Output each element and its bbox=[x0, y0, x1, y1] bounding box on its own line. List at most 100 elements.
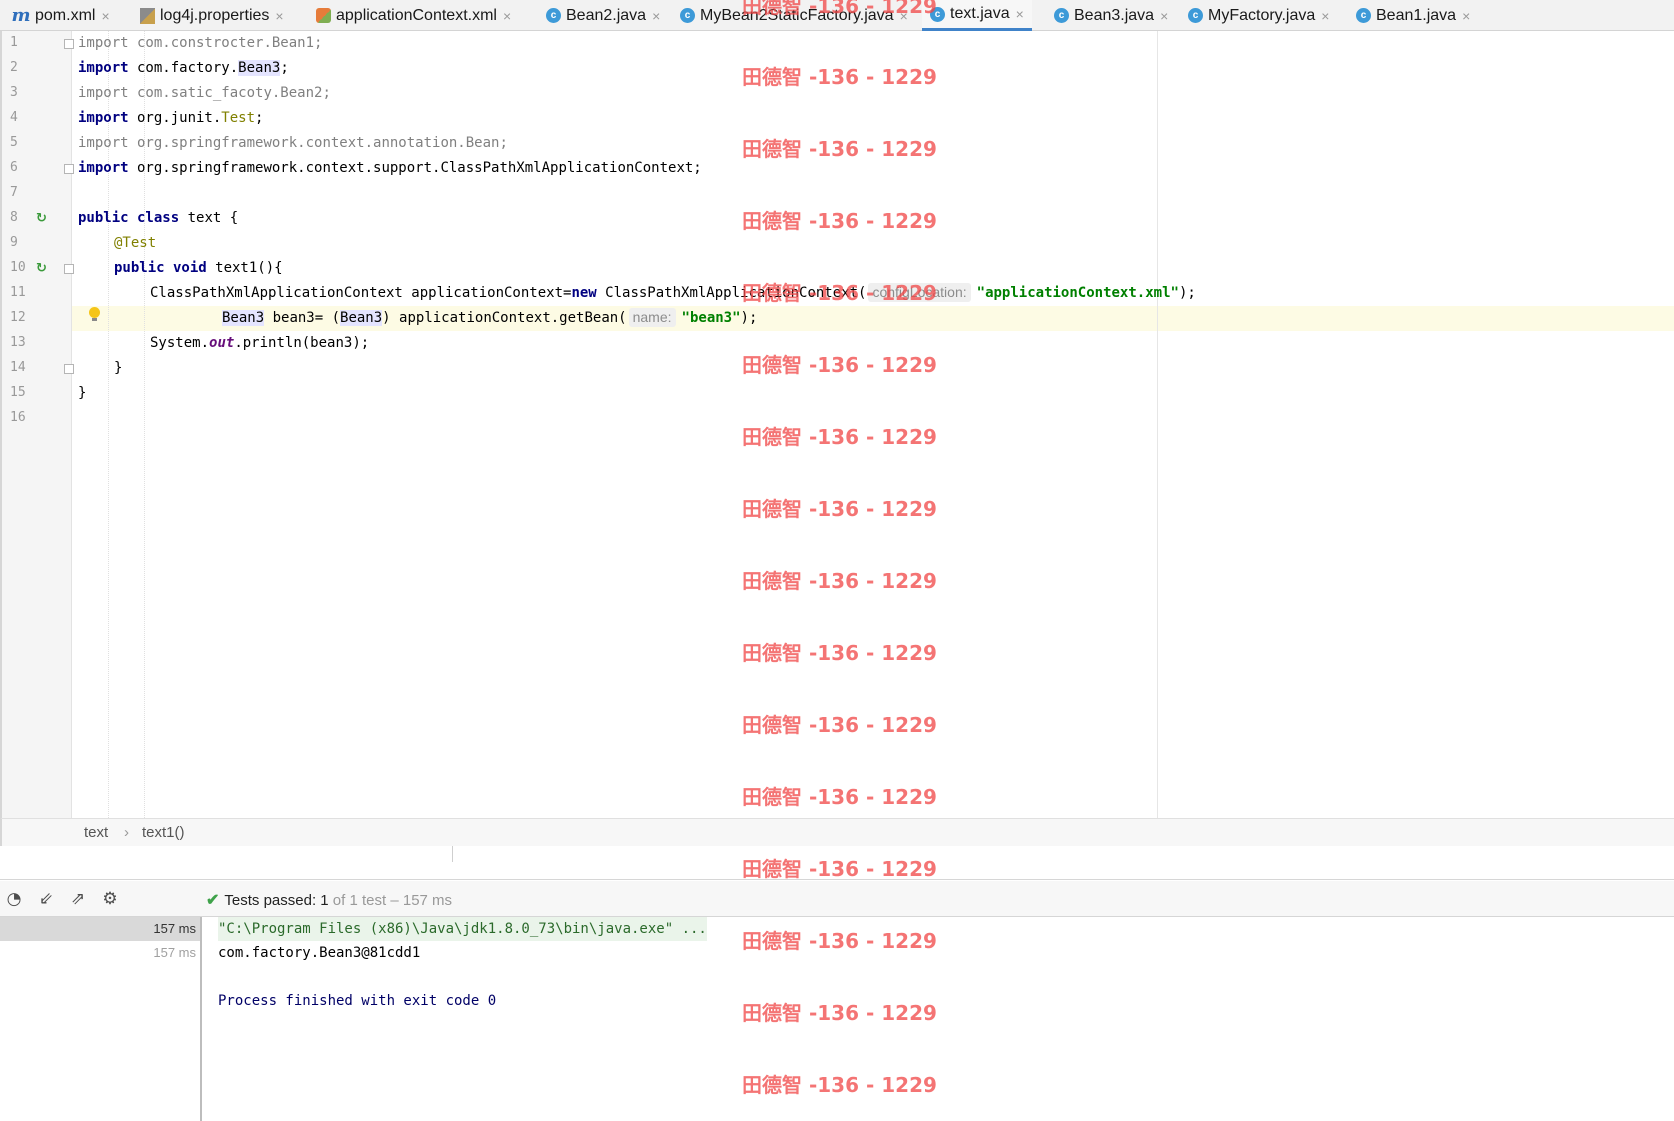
close-icon[interactable]: × bbox=[652, 8, 660, 24]
console-output-line: com.factory.Bean3@81cdd1 bbox=[218, 945, 421, 961]
test-row-text1[interactable]: 157 ms bbox=[0, 941, 200, 965]
tab-bean2-java[interactable]: c Bean2.java × bbox=[546, 0, 660, 31]
code-line-3: import com.satic_facoty.Bean2; bbox=[78, 81, 331, 106]
tab-label: Bean2.java bbox=[566, 6, 647, 24]
code-line-6: import org.springframework.context.suppo… bbox=[78, 156, 702, 181]
tab-pom-xml[interactable]: m pom.xml × bbox=[11, 0, 109, 31]
code-text: com.factory. bbox=[128, 60, 239, 76]
editor-gutter: 1 2 3 4 5 6 7 8 9 10 11 12 13 14 15 16 ↻… bbox=[0, 31, 74, 818]
panel-splitter[interactable] bbox=[0, 846, 1674, 880]
line-number: 10 bbox=[10, 260, 26, 275]
close-icon[interactable]: × bbox=[1321, 8, 1329, 24]
run-test-method-icon[interactable]: ↻ bbox=[36, 262, 50, 276]
code-editor[interactable]: 1 2 3 4 5 6 7 8 9 10 11 12 13 14 15 16 ↻… bbox=[0, 31, 1674, 818]
spring-xml-icon bbox=[316, 8, 331, 23]
console-output[interactable]: "C:\Program Files (x86)\Java\jdk1.8.0_73… bbox=[204, 917, 1674, 1121]
fold-marker-icon[interactable] bbox=[64, 364, 74, 374]
tab-label: text.java bbox=[950, 5, 1010, 22]
code-line-5: import org.springframework.context.annot… bbox=[78, 131, 508, 156]
export-tests-icon[interactable]: ⇗ bbox=[68, 890, 88, 908]
class-reference[interactable]: Bean3 bbox=[238, 60, 281, 76]
code-text: ); bbox=[1178, 285, 1196, 301]
parameter-hint: configLocation: bbox=[868, 283, 971, 302]
code-line-10: public void text1(){ bbox=[114, 256, 283, 281]
line-number: 1 bbox=[10, 35, 18, 50]
test-status: ✔ Tests passed: 1 of 1 test – 157 ms bbox=[206, 890, 452, 910]
close-icon[interactable]: × bbox=[900, 8, 908, 24]
line-number: 7 bbox=[10, 185, 18, 200]
import-tests-icon[interactable]: ⇙ bbox=[36, 890, 56, 908]
tab-text-java[interactable]: c text.java × bbox=[922, 0, 1032, 31]
line-number: 11 bbox=[10, 285, 26, 300]
class-reference[interactable]: Bean3 bbox=[340, 310, 383, 326]
keyword: public class bbox=[78, 210, 180, 226]
code-text: .println(bean3); bbox=[234, 335, 370, 351]
code-line-12: Bean3 bean3= (Bean3) applicationContext.… bbox=[222, 306, 757, 331]
keyword: public void bbox=[114, 260, 207, 276]
tab-label: applicationContext.xml bbox=[336, 6, 497, 24]
string-literal: "bean3" bbox=[681, 310, 741, 326]
code-text: ClassPathXmlApplicationContext( bbox=[596, 285, 867, 301]
editor-tab-bar: m pom.xml × log4j.properties × applicati… bbox=[0, 0, 1674, 31]
code-line-11: ClassPathXmlApplicationContext applicati… bbox=[150, 281, 1196, 306]
code-line-9: @Test bbox=[114, 231, 156, 256]
code-text: bean3= ( bbox=[264, 310, 341, 326]
status-count: 1 bbox=[320, 891, 329, 909]
keyword: import bbox=[78, 35, 129, 51]
tab-mybean2staticfactory-java[interactable]: c MyBean2StaticFactory.java × bbox=[680, 0, 908, 31]
line-number: 13 bbox=[10, 335, 26, 350]
line-number: 4 bbox=[10, 110, 18, 125]
close-icon[interactable]: × bbox=[275, 8, 283, 24]
code-line-8: public class text { bbox=[78, 206, 238, 231]
code-line-1: import com.constrocter.Bean1; bbox=[78, 31, 322, 56]
code-line-15: } bbox=[78, 381, 86, 406]
fold-marker-icon[interactable] bbox=[64, 264, 74, 274]
tab-label: pom.xml bbox=[35, 6, 96, 24]
run-test-class-icon[interactable]: ↻ bbox=[36, 212, 50, 226]
close-icon[interactable]: × bbox=[101, 8, 109, 24]
test-row-root[interactable]: 157 ms bbox=[0, 917, 200, 941]
line-number: 16 bbox=[10, 410, 26, 425]
test-results-tree: 157 ms 157 ms bbox=[0, 917, 202, 1121]
tab-myfactory-java[interactable]: c MyFactory.java × bbox=[1188, 0, 1329, 31]
code-text: ; bbox=[280, 60, 289, 76]
tab-label: Bean3.java bbox=[1074, 6, 1155, 24]
breadcrumb-class[interactable]: text bbox=[84, 824, 108, 841]
java-class-icon: c bbox=[1356, 8, 1371, 23]
fold-marker-icon[interactable] bbox=[64, 164, 74, 174]
tab-applicationcontext-xml[interactable]: applicationContext.xml × bbox=[316, 0, 511, 31]
keyword: import bbox=[78, 160, 129, 176]
code-text: org.springframework.context.annotation.B… bbox=[128, 135, 508, 151]
keyword: new bbox=[571, 285, 597, 301]
code-text: text1(){ bbox=[206, 260, 283, 276]
code-text: text { bbox=[179, 210, 239, 226]
fold-marker-icon[interactable] bbox=[64, 39, 74, 49]
code-text: com.constrocter.Bean1; bbox=[128, 35, 323, 51]
close-icon[interactable]: × bbox=[1160, 8, 1168, 24]
code-text: } bbox=[78, 385, 87, 401]
line-number: 8 bbox=[10, 210, 18, 225]
tab-label: log4j.properties bbox=[160, 6, 270, 24]
tab-bean1-java[interactable]: c Bean1.java × bbox=[1356, 0, 1470, 31]
line-number: 2 bbox=[10, 60, 18, 75]
close-icon[interactable]: × bbox=[1016, 6, 1024, 22]
close-icon[interactable]: × bbox=[1462, 8, 1470, 24]
code-text[interactable]: import com.constrocter.Bean1; import com… bbox=[78, 31, 1674, 818]
java-class-icon: c bbox=[1188, 8, 1203, 23]
console-command-line: "C:\Program Files (x86)\Java\jdk1.8.0_73… bbox=[218, 917, 707, 941]
splitter-handle[interactable] bbox=[452, 846, 453, 862]
keyword: import bbox=[78, 60, 129, 76]
tab-bean3-java[interactable]: c Bean3.java × bbox=[1054, 0, 1168, 31]
close-icon[interactable]: × bbox=[503, 8, 511, 24]
properties-file-icon bbox=[140, 7, 155, 24]
breadcrumb-method[interactable]: text1() bbox=[142, 824, 185, 841]
tab-log4j-properties[interactable]: log4j.properties × bbox=[140, 0, 284, 31]
string-literal: "applicationContext.xml" bbox=[976, 285, 1179, 301]
test-history-icon[interactable]: ◔ bbox=[4, 890, 24, 908]
parameter-hint: name: bbox=[628, 308, 676, 327]
status-prefix: Tests passed: bbox=[224, 891, 321, 909]
class-reference[interactable]: Bean3 bbox=[222, 310, 265, 326]
gear-icon[interactable]: ⚙ bbox=[100, 890, 120, 908]
code-text: ) applicationContext.getBean( bbox=[382, 310, 627, 326]
keyword: import bbox=[78, 110, 129, 126]
